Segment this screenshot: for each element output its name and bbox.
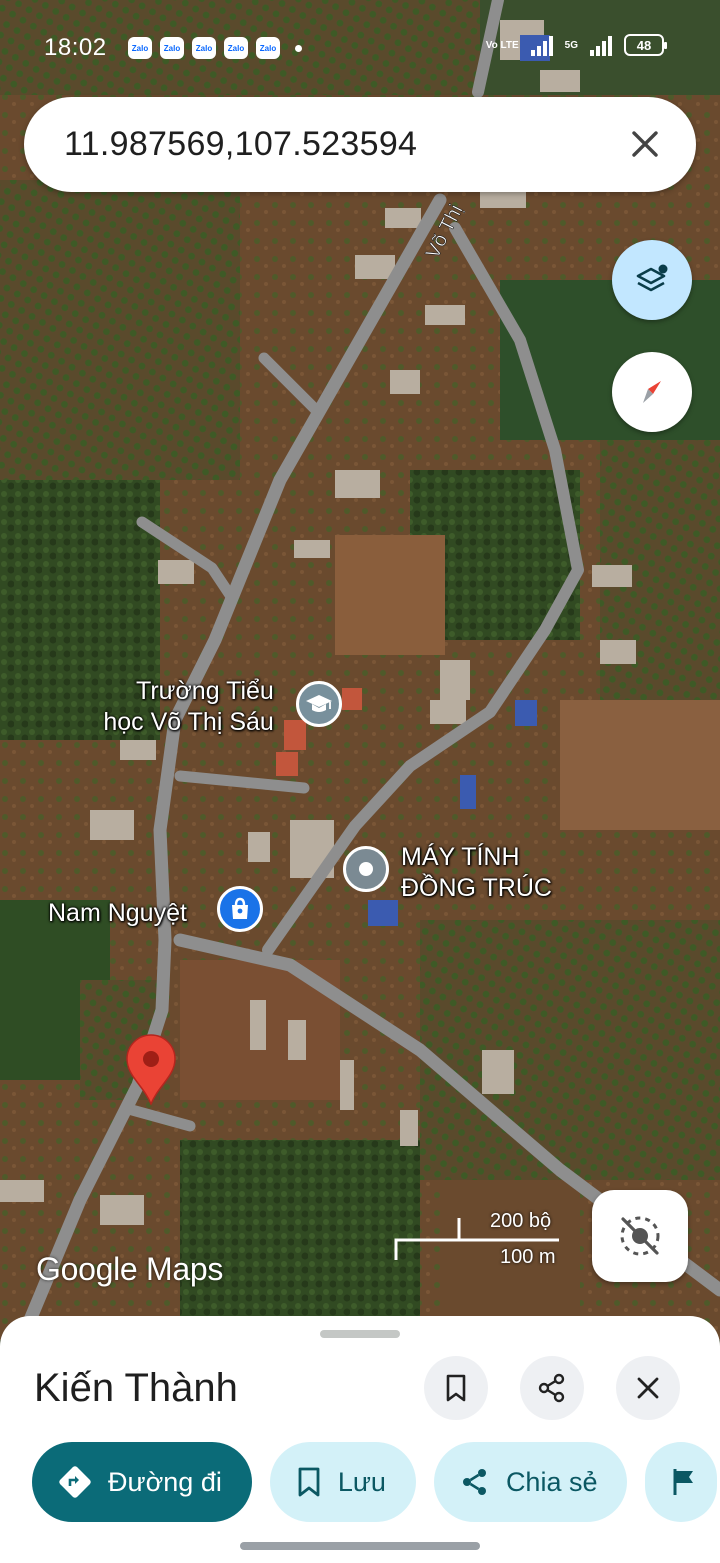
compass-button[interactable] bbox=[612, 352, 692, 432]
poi-label-line: ĐỒNG TRÚC bbox=[401, 874, 552, 902]
search-input[interactable]: 11.987569,107.523594 bbox=[64, 125, 417, 164]
place-dot-icon bbox=[359, 862, 373, 876]
share-button[interactable]: Chia sẻ bbox=[433, 1442, 628, 1522]
satellite-imagery: Võ Thị bbox=[0, 0, 720, 1340]
zalo-icon: Zalo bbox=[128, 37, 152, 59]
poi-label-line: MÁY TÍNH bbox=[401, 843, 520, 871]
shop-marker[interactable] bbox=[217, 886, 263, 932]
poi-label-nam-nguyet[interactable]: Nam Nguyệt bbox=[48, 898, 187, 929]
share-label: Chia sẻ bbox=[505, 1466, 598, 1497]
gesture-navigation-bar[interactable] bbox=[240, 1542, 480, 1550]
bookmark-icon bbox=[298, 1467, 320, 1497]
search-bar[interactable]: 11.987569,107.523594 bbox=[24, 97, 696, 192]
save-icon-button[interactable] bbox=[424, 1356, 488, 1420]
zalo-icon: Zalo bbox=[192, 37, 216, 59]
layers-button[interactable] bbox=[612, 240, 692, 320]
battery-icon: 48 bbox=[624, 34, 667, 56]
status-right: Vo LTE 5G 48 bbox=[485, 34, 667, 56]
location-off-icon bbox=[620, 1216, 660, 1256]
clear-search-button[interactable] bbox=[622, 121, 668, 167]
close-sheet-button[interactable] bbox=[616, 1356, 680, 1420]
share-icon-button[interactable] bbox=[520, 1356, 584, 1420]
signal-icon bbox=[530, 34, 553, 56]
satellite-map[interactable]: Võ Thị bbox=[0, 0, 720, 1340]
poi-label-line: Trường Tiểu bbox=[136, 677, 274, 705]
action-chips: Đường đi Lưu Chia sẻ bbox=[32, 1442, 718, 1522]
save-label: Lưu bbox=[337, 1466, 386, 1497]
status-bar: 18:02 Zalo Zalo Zalo Zalo Zalo Vo LTE 5G… bbox=[0, 0, 720, 96]
notification-icons: Zalo Zalo Zalo Zalo Zalo bbox=[128, 37, 280, 59]
directions-button[interactable]: Đường đi bbox=[32, 1442, 252, 1522]
save-button[interactable]: Lưu bbox=[269, 1442, 416, 1522]
compass-icon bbox=[643, 381, 661, 403]
signal-icon bbox=[590, 34, 612, 56]
school-marker[interactable] bbox=[296, 681, 342, 727]
poi-label-line: Nam Nguyệt bbox=[48, 899, 187, 927]
google-maps-logo: Google Maps bbox=[36, 1251, 224, 1287]
dropped-pin[interactable] bbox=[124, 1034, 178, 1107]
directions-icon bbox=[59, 1466, 91, 1498]
layers-icon bbox=[636, 264, 668, 292]
map-scale: 200 bộ 100 m bbox=[394, 1208, 564, 1278]
close-icon bbox=[637, 1377, 659, 1399]
report-button[interactable] bbox=[645, 1442, 718, 1522]
share-icon bbox=[462, 1469, 486, 1495]
poi-label-line: học Võ Thị Sáu bbox=[103, 708, 274, 736]
poi-label-school[interactable]: Trường Tiểu học Võ Thị Sáu bbox=[100, 676, 274, 738]
close-icon bbox=[632, 131, 658, 157]
directions-label: Đường đi bbox=[108, 1466, 222, 1497]
share-icon bbox=[538, 1373, 565, 1403]
status-time: 18:02 bbox=[44, 34, 107, 61]
zalo-icon: Zalo bbox=[160, 37, 184, 59]
zalo-icon: Zalo bbox=[224, 37, 248, 59]
pin-icon bbox=[126, 1034, 176, 1107]
shopping-bag-icon bbox=[232, 897, 248, 919]
place-bottom-sheet[interactable]: Kiến Thành Đường đi Lưu Chia sẻ bbox=[0, 1316, 720, 1563]
network-5g-label: 5G bbox=[564, 39, 578, 51]
zalo-icon: Zalo bbox=[256, 37, 280, 59]
my-location-button[interactable] bbox=[592, 1190, 688, 1282]
place-marker-may-tinh[interactable] bbox=[343, 846, 389, 892]
bookmark-icon bbox=[446, 1374, 466, 1402]
drag-handle[interactable] bbox=[320, 1330, 400, 1338]
scale-metric: 100 m bbox=[500, 1246, 556, 1268]
network-label: Vo LTE bbox=[485, 39, 519, 51]
graduation-cap-icon bbox=[306, 695, 332, 712]
scale-imperial: 200 bộ bbox=[490, 1210, 552, 1232]
more-notifications-dot bbox=[295, 45, 302, 52]
battery-level: 48 bbox=[636, 37, 652, 53]
flag-icon bbox=[673, 1469, 694, 1495]
poi-label-may-tinh[interactable]: MÁY TÍNH ĐỒNG TRÚC bbox=[401, 842, 552, 904]
place-title: Kiến Thành bbox=[34, 1366, 238, 1410]
